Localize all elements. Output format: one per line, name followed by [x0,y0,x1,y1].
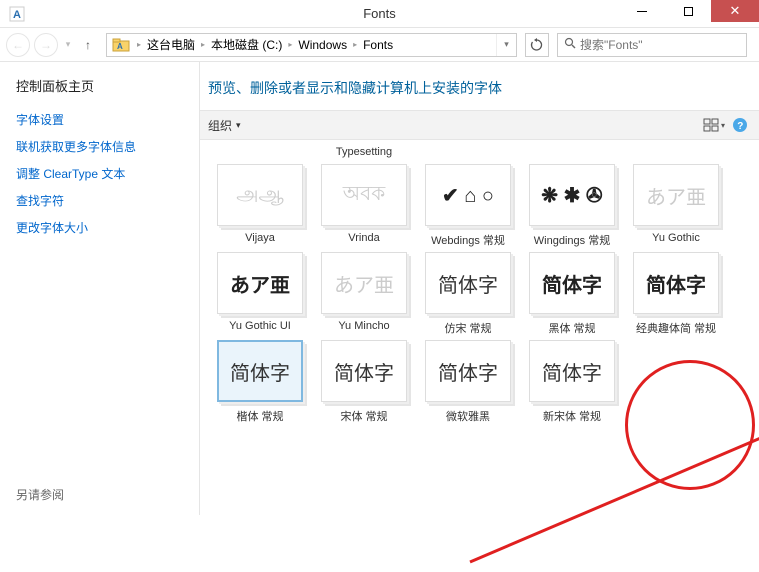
control-panel-home[interactable]: 控制面板主页 [16,76,183,95]
font-grid: Typesetting அஆ Vijaya অবক Vrinda ✔ ⌂ ○ Webdin… [200,140,759,515]
font-thumbnail: あア亜 [217,252,303,314]
font-item[interactable]: 简体字微软雅黑 [416,340,520,424]
font-label: 微软雅黑 [446,408,490,424]
font-thumbnail: 简体字 [217,340,303,402]
font-thumbnail: 简体字 [425,252,511,314]
refresh-button[interactable] [525,33,549,57]
sidebar-link[interactable]: 调整 ClearType 文本 [16,165,183,182]
font-label: Webdings 常规 [431,232,505,248]
close-button[interactable]: ✕ [711,0,759,22]
font-item[interactable]: ❋ ✱ ✇ Wingdings 常规 [520,164,624,248]
breadcrumb-item[interactable]: 这台电脑 [143,34,199,56]
svg-text:A: A [117,42,123,51]
sidebar-link[interactable]: 联机获取更多字体信息 [16,138,183,155]
font-label: Yu Gothic UI [229,320,291,334]
svg-text:A: A [13,9,21,21]
window-title: Fonts [363,6,396,21]
font-item[interactable]: 简体字仿宋 常规 [416,252,520,336]
font-thumbnail: あア亜 [633,164,719,226]
address-bar[interactable]: A ▸ 这台电脑 ▸ 本地磁盘 (C:) ▸ Windows ▸ Fonts ▾ [106,33,517,57]
font-item[interactable]: あア亜 Yu Gothic [624,164,728,248]
font-label: 新宋体 常规 [543,408,601,424]
search-box[interactable] [557,33,747,57]
font-item[interactable]: 简体字新宋体 常规 [520,340,624,424]
font-thumbnail: 简体字 [321,340,407,402]
font-item[interactable]: あア亜 Yu Mincho [312,252,416,336]
chevron-right-icon: ▸ [199,40,207,49]
font-thumbnail: 简体字 [633,252,719,314]
font-item[interactable]: அஆ Vijaya [208,164,312,248]
organize-label: 组织 [208,117,232,134]
search-icon [564,37,576,52]
font-label: 宋体 常规 [340,408,387,424]
font-item[interactable]: あア亜 Yu Gothic UI [208,252,312,336]
font-label: Vrinda [348,232,379,246]
back-button[interactable]: ← [6,33,30,57]
page-heading: 预览、删除或者显示和隐藏计算机上安装的字体 [200,62,759,110]
font-item[interactable]: অবক Vrinda [312,164,416,248]
font-label: Typesetting [336,146,392,160]
chevron-right-icon: ▸ [351,40,359,49]
nav-bar: ← → ▾ ↑ A ▸ 这台电脑 ▸ 本地磁盘 (C:) ▸ Windows ▸… [0,28,759,62]
font-thumbnail: ❋ ✱ ✇ [529,164,615,226]
sidebar-link[interactable]: 字体设置 [16,111,183,128]
see-also-label: 另请参阅 [16,486,64,503]
sidebar-link[interactable]: 更改字体大小 [16,219,183,236]
font-label: Wingdings 常规 [534,232,610,248]
address-dropdown[interactable]: ▾ [496,34,516,56]
font-item[interactable]: 简体字宋体 常规 [312,340,416,424]
font-item[interactable]: 简体字经典趣体简 常规 [624,252,728,336]
font-label: Vijaya [245,232,275,246]
sidebar: 控制面板主页 字体设置 联机获取更多字体信息 调整 ClearType 文本 查… [0,62,200,515]
history-dropdown[interactable]: ▾ [62,39,74,50]
title-bar: A Fonts ✕ [0,0,759,28]
font-thumbnail: অবক [321,164,407,226]
sidebar-link[interactable]: 查找字符 [16,192,183,209]
svg-text:?: ? [737,121,743,132]
main-content: 预览、删除或者显示和隐藏计算机上安装的字体 组织 ▾ ▾ ? Typesetti… [200,62,759,515]
font-label: 经典趣体简 常规 [636,320,716,336]
breadcrumb-item[interactable]: Windows [294,34,351,56]
folder-icon: A [111,35,131,55]
search-input[interactable] [580,38,740,52]
font-thumbnail: 简体字 [529,340,615,402]
chevron-down-icon: ▾ [236,120,241,131]
font-thumbnail: அஆ [217,164,303,226]
up-button[interactable]: ↑ [78,35,98,55]
font-thumbnail: ✔ ⌂ ○ [425,164,511,226]
chevron-right-icon: ▸ [135,40,143,49]
font-thumbnail: 简体字 [529,252,615,314]
font-thumbnail: あア亜 [321,252,407,314]
font-item[interactable]: 简体字黑体 常规 [520,252,624,336]
toolbar: 组织 ▾ ▾ ? [200,110,759,140]
breadcrumb-item[interactable]: 本地磁盘 (C:) [207,34,286,56]
maximize-button[interactable] [665,0,711,22]
font-item[interactable]: Typesetting [312,146,416,160]
chevron-right-icon: ▸ [286,40,294,49]
font-item[interactable]: 简体字楷体 常规 [208,340,312,424]
font-label: 楷体 常规 [236,408,283,424]
font-label: 黑体 常规 [548,320,595,336]
view-options-button[interactable]: ▾ [703,114,725,136]
breadcrumb-item[interactable]: Fonts [359,34,397,56]
font-thumbnail: 简体字 [425,340,511,402]
forward-button[interactable]: → [34,33,58,57]
organize-button[interactable]: 组织 ▾ [208,117,241,134]
font-item[interactable]: ✔ ⌂ ○ Webdings 常规 [416,164,520,248]
help-button[interactable]: ? [729,114,751,136]
app-icon: A [6,3,28,25]
font-label: Yu Mincho [338,320,389,334]
font-label: Yu Gothic [652,232,700,246]
font-label: 仿宋 常规 [444,320,491,336]
minimize-button[interactable] [619,0,665,22]
